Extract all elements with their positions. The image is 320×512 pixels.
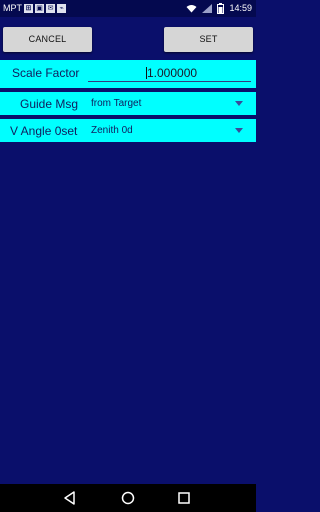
carrier-label: MPT [3, 3, 22, 13]
cast-icon: ⌁ [57, 4, 66, 13]
back-icon[interactable] [62, 490, 78, 506]
signal-icon [202, 3, 213, 13]
mail-icon: ✉ [46, 4, 55, 13]
home-icon[interactable] [120, 490, 136, 506]
guide-msg-select[interactable]: from Target [91, 97, 141, 110]
dropdown-arrow-icon[interactable] [235, 101, 243, 106]
navigation-bar [0, 484, 256, 512]
recent-apps-icon[interactable] [176, 490, 192, 506]
v-angle-label: V Angle 0set [10, 124, 78, 138]
guide-msg-row[interactable]: Guide Msg from Target [0, 92, 256, 115]
status-bar: MPT ⊞ ▣ ✉ ⌁ 14:59 [0, 0, 256, 17]
guide-msg-label: Guide Msg [20, 97, 79, 111]
v-angle-row[interactable]: V Angle 0set Zenith 0d [0, 119, 256, 142]
status-right: 14:59 [186, 2, 252, 14]
battery-icon [217, 2, 225, 14]
scale-factor-input[interactable]: 1.000000 [88, 65, 251, 82]
status-left: MPT ⊞ ▣ ✉ ⌁ [3, 3, 66, 14]
scale-factor-row: Scale Factor 1.000000 [0, 60, 256, 88]
set-button[interactable]: SET [164, 27, 253, 52]
v-angle-select[interactable]: Zenith 0d [91, 124, 133, 137]
image-icon: ▣ [35, 4, 44, 13]
scale-factor-label: Scale Factor [12, 66, 80, 80]
sim-icon: ⊞ [24, 4, 33, 13]
app-content: CANCEL SET Scale Factor 1.000000 Guide M… [0, 17, 256, 484]
wifi-icon [186, 4, 197, 12]
dropdown-arrow-icon[interactable] [235, 128, 243, 133]
scale-factor-value: 1.000000 [147, 66, 198, 80]
clock: 14:59 [229, 3, 252, 13]
cancel-button[interactable]: CANCEL [3, 27, 92, 52]
